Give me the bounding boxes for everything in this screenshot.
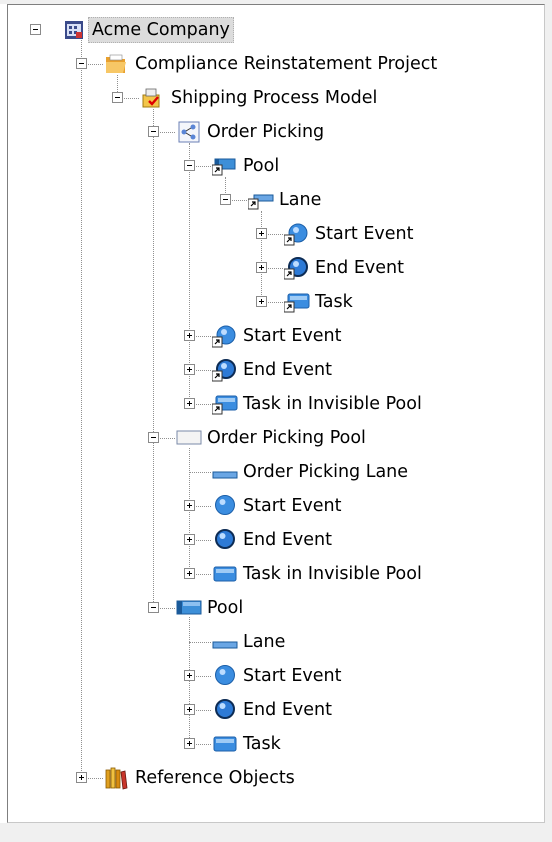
tree-node-acme-company[interactable]: Acme Company [8, 15, 544, 47]
expand-toggle[interactable] [256, 228, 267, 239]
tree-node-end-event[interactable]: End Event [8, 253, 544, 285]
tree-node-label[interactable]: Task [312, 290, 356, 314]
tree-view[interactable]: Acme Company Compliance Reinstatement Pr… [7, 4, 545, 823]
expand-toggle[interactable] [76, 772, 87, 783]
tree-node-label[interactable]: Lane [276, 188, 324, 212]
tree-node-label[interactable]: Start Event [312, 222, 416, 246]
start-event-icon [214, 664, 236, 686]
end-event-icon [214, 698, 236, 720]
tree-node-label[interactable]: End Event [240, 358, 335, 382]
tree-node-label[interactable]: Lane [240, 630, 288, 654]
expand-toggle[interactable] [184, 500, 195, 511]
start-event-shortcut-icon [211, 325, 236, 349]
tree-node-label[interactable]: Order Picking [204, 120, 327, 144]
start-event-icon [214, 494, 236, 516]
tree-node-label[interactable]: Acme Company [88, 17, 234, 43]
tree-node-label[interactable]: End Event [240, 698, 335, 722]
bottom-edge [0, 823, 552, 842]
lane-shortcut-icon [247, 191, 274, 211]
pool-shortcut-icon [211, 157, 236, 177]
tree-node-label[interactable]: End Event [240, 528, 335, 552]
tree-node-label[interactable]: Compliance Reinstatement Project [132, 52, 440, 76]
expand-toggle[interactable] [184, 330, 195, 341]
tree-node-task[interactable]: Task [8, 287, 544, 319]
tree-node-label[interactable]: End Event [312, 256, 407, 280]
tree-node-end-event[interactable]: End Event [8, 355, 544, 387]
tree-node-order-picking-pool[interactable]: Order Picking Pool [8, 423, 544, 455]
expand-toggle[interactable] [184, 704, 195, 715]
task-icon [212, 735, 238, 753]
process-model-icon [141, 87, 163, 109]
tree-node-order-picking-lane[interactable]: Order Picking Lane [8, 457, 544, 489]
expand-toggle[interactable] [184, 738, 195, 749]
tree-node-start-event[interactable]: Start Event [8, 321, 544, 353]
tree-node-pool[interactable]: Pool [8, 593, 544, 625]
diagram-icon [178, 121, 200, 143]
collapse-toggle[interactable] [184, 160, 195, 171]
tree-node-lane[interactable]: Lane [8, 627, 544, 659]
tree-node-task-in-invisible-pool[interactable]: Task in Invisible Pool [8, 389, 544, 421]
tree-node-project[interactable]: Compliance Reinstatement Project [8, 49, 544, 81]
tree-node-start-event[interactable]: Start Event [8, 661, 544, 693]
tree-node-label[interactable]: Task [240, 732, 284, 756]
expand-toggle[interactable] [256, 262, 267, 273]
tree-node-start-event[interactable]: Start Event [8, 491, 544, 523]
end-event-shortcut-icon [283, 257, 308, 281]
tree-node-pool[interactable]: Pool [8, 151, 544, 183]
tree-node-start-event[interactable]: Start Event [8, 219, 544, 251]
expand-toggle[interactable] [184, 670, 195, 681]
invisible-pool-icon [176, 430, 202, 446]
tree-node-label[interactable]: Start Event [240, 494, 344, 518]
collapse-toggle[interactable] [220, 194, 231, 205]
collapse-toggle[interactable] [148, 432, 159, 443]
end-event-shortcut-icon [211, 359, 236, 383]
tree-node-order-picking[interactable]: Order Picking [8, 117, 544, 149]
right-edge [545, 0, 552, 842]
collapse-toggle[interactable] [148, 602, 159, 613]
start-event-shortcut-icon [283, 223, 308, 247]
tree-node-label[interactable]: Order Picking Pool [204, 426, 369, 450]
expand-toggle[interactable] [256, 296, 267, 307]
collapse-toggle[interactable] [76, 58, 87, 69]
tree-node-label[interactable]: Task in Invisible Pool [240, 392, 425, 416]
tree-node-label[interactable]: Start Event [240, 324, 344, 348]
expand-toggle[interactable] [184, 364, 195, 375]
pool-icon [176, 599, 202, 617]
tree-node-label[interactable]: Pool [240, 154, 282, 178]
expand-toggle[interactable] [184, 398, 195, 409]
lane-icon [212, 466, 238, 479]
tree-node-process-model[interactable]: Shipping Process Model [8, 83, 544, 115]
tree-node-label[interactable]: Task in Invisible Pool [240, 562, 425, 586]
lane-icon [212, 636, 238, 649]
tree-node-task[interactable]: Task [8, 729, 544, 761]
collapse-toggle[interactable] [148, 126, 159, 137]
task-icon [212, 565, 238, 583]
tree-node-label[interactable]: Start Event [240, 664, 344, 688]
company-icon [64, 20, 84, 40]
end-event-icon [214, 528, 236, 550]
task-shortcut-icon [283, 292, 310, 314]
tree-node-lane[interactable]: Lane [8, 185, 544, 217]
tree-node-label[interactable]: Order Picking Lane [240, 460, 411, 484]
open-folder-icon [104, 53, 128, 75]
tree-node-end-event[interactable]: End Event [8, 525, 544, 557]
tree-node-label[interactable]: Reference Objects [132, 766, 298, 790]
tree-node-task-in-invisible-pool[interactable]: Task in Invisible Pool [8, 559, 544, 591]
expand-toggle[interactable] [184, 534, 195, 545]
collapse-toggle[interactable] [112, 92, 123, 103]
library-books-icon [104, 766, 128, 790]
collapse-toggle[interactable] [30, 24, 41, 35]
expand-toggle[interactable] [184, 568, 195, 579]
tree-node-end-event[interactable]: End Event [8, 695, 544, 727]
tree-node-reference-objects[interactable]: Reference Objects [8, 763, 544, 795]
task-shortcut-icon [211, 394, 238, 416]
tree-node-label[interactable]: Pool [204, 596, 246, 620]
tree-node-label[interactable]: Shipping Process Model [168, 86, 380, 110]
